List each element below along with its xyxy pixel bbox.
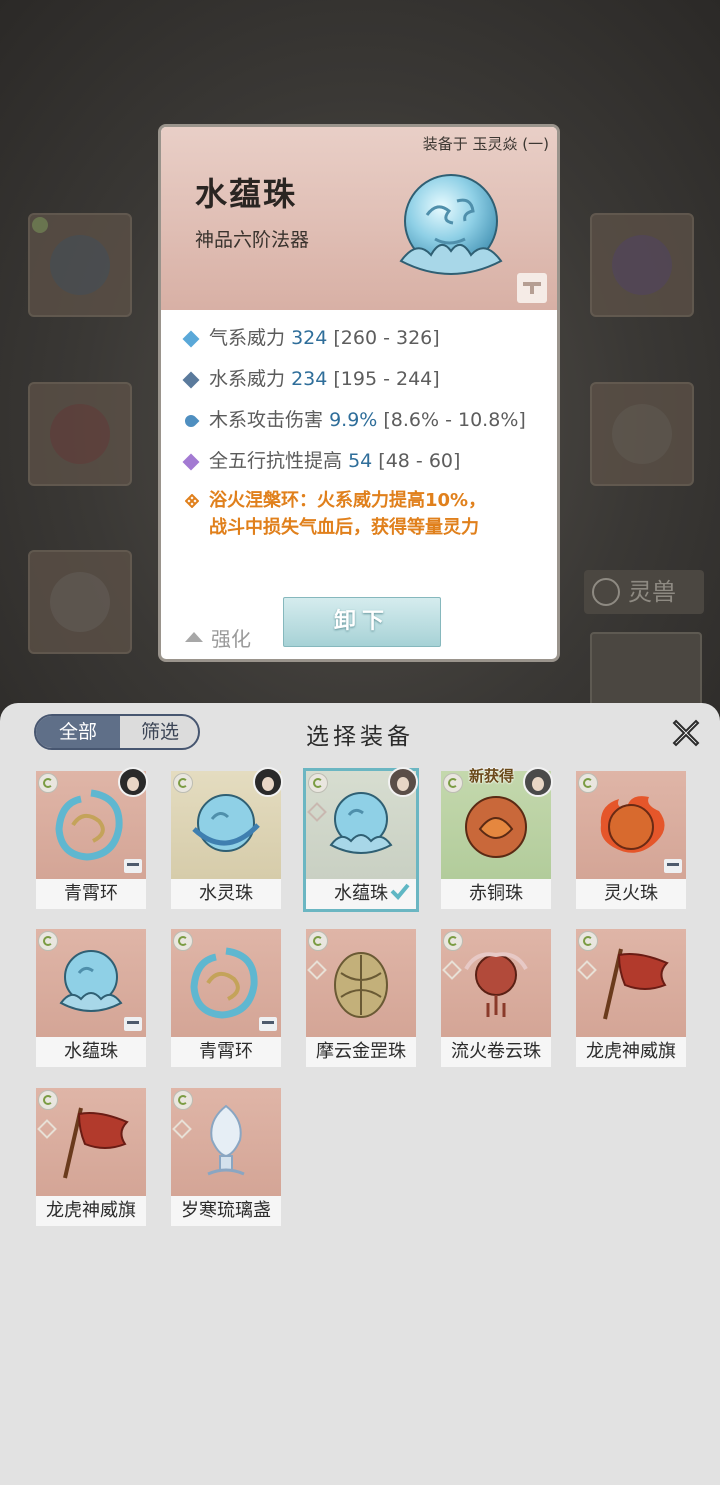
item-name: 龙虎神威旗 [576, 1037, 686, 1067]
slot-item-image [612, 404, 672, 464]
element-icon [173, 773, 193, 793]
element-icon [443, 931, 463, 951]
battle-flag-image [603, 948, 669, 1020]
new-item-badge: 新获得 [469, 767, 515, 785]
item-name: 摩云金罡珠 [306, 1037, 416, 1067]
spirit-beast-tab[interactable]: 灵兽 [584, 570, 704, 614]
golden-orb-image [334, 952, 388, 1018]
item-name: 水灵珠 [171, 879, 281, 909]
item-tile[interactable]: 灵火珠 [576, 771, 686, 909]
item-name: 赤铜珠 [441, 879, 551, 909]
element-icon [578, 773, 598, 793]
owner-avatar [388, 767, 418, 797]
item-detail-header: 装备于 玉灵焱 (一) 水蕴珠 神品六阶法器 [161, 127, 557, 310]
equip-slot-helmet[interactable] [28, 382, 132, 486]
special-effect: 浴火涅槃环：火系威力提高10%， 战斗中损失气血后，获得等量灵力 [181, 487, 551, 541]
wood-flame-icon [182, 412, 200, 429]
item-name: 青霄环 [36, 879, 146, 909]
lock-icon [124, 1017, 142, 1031]
lock-icon [664, 859, 682, 873]
item-tile[interactable]: 青霄环 [171, 929, 281, 1067]
element-icon [38, 931, 58, 951]
item-name: 青霄环 [171, 1037, 281, 1067]
item-detail-card: 装备于 玉灵焱 (一) 水蕴珠 神品六阶法器 气系威力 324 [260 - 3… [158, 124, 560, 662]
water-spirit-orb-image [192, 794, 260, 852]
item-grade: 神品六阶法器 [195, 229, 310, 251]
element-icon [173, 1090, 193, 1110]
item-tile[interactable]: 龙虎神威旗 [576, 929, 686, 1067]
stat-row: 水系威力 234 [195 - 244] [181, 364, 551, 405]
item-tile[interactable]: 新获得 赤铜珠 [441, 767, 553, 909]
cloud-orb-image [464, 952, 528, 1017]
item-tile[interactable]: 水蕴珠 [36, 929, 146, 1067]
element-icon [32, 217, 48, 233]
air-element-icon [182, 330, 200, 347]
slot-item-image [612, 235, 672, 295]
fire-orb-image [600, 796, 665, 853]
close-icon[interactable] [670, 717, 702, 749]
slot-item-image [50, 404, 110, 464]
water-element-icon [182, 371, 200, 388]
item-stats: 气系威力 324 [260 - 326] 水系威力 234 [195 - 244… [181, 323, 551, 487]
item-name: 水蕴珠 [195, 175, 298, 213]
resist-diamond-icon [182, 453, 200, 470]
enhance-button[interactable]: 强化 [185, 623, 251, 652]
lock-icon [259, 1017, 277, 1031]
element-icon [38, 773, 58, 793]
element-icon [578, 931, 598, 951]
water-orb-image [59, 950, 123, 1012]
element-icon [38, 1090, 58, 1110]
item-tile[interactable]: 水灵珠 [171, 767, 283, 909]
ring-artifact-image [190, 947, 258, 1019]
item-tile[interactable]: 青霄环 [36, 767, 148, 909]
owner-avatar [118, 767, 148, 797]
lock-icon [124, 859, 142, 873]
stat-row: 气系威力 324 [260 - 326] [181, 323, 551, 364]
spirit-beast-card[interactable] [590, 632, 702, 712]
lock-chest-icon[interactable] [517, 273, 547, 303]
equip-slot-orb[interactable] [28, 213, 132, 317]
special-effect-icon [185, 494, 199, 508]
paw-icon [592, 578, 620, 606]
upgrade-arrow-icon [185, 631, 203, 642]
stat-row: 全五行抗性提高 54 [48 - 60] [181, 446, 551, 487]
bronze-orb-image [465, 796, 527, 858]
water-orb-image [399, 174, 503, 275]
slot-item-image [50, 572, 110, 632]
equip-slot-pendant[interactable] [590, 213, 694, 317]
equip-slot-boots[interactable] [28, 550, 132, 654]
panel-title: 选择装备 [306, 724, 414, 750]
item-name: 灵火珠 [576, 879, 686, 909]
equip-slot-armor[interactable] [590, 382, 694, 486]
item-name: 水蕴珠 [36, 1037, 146, 1067]
slot-item-image [50, 235, 110, 295]
element-icon [443, 773, 463, 793]
water-orb-image [329, 792, 393, 854]
item-tile[interactable]: 龙虎神威旗 [36, 1088, 146, 1226]
special-effect-line2: 战斗中损失气血后，获得等量灵力 [209, 517, 479, 538]
ice-lamp-image [207, 1104, 245, 1176]
owner-avatar [253, 767, 283, 797]
element-icon [173, 931, 193, 951]
item-tile[interactable]: 流火卷云珠 [441, 929, 551, 1067]
ring-artifact-image [55, 789, 123, 861]
item-name: 岁寒琉璃盏 [171, 1196, 281, 1226]
item-name: 龙虎神威旗 [36, 1196, 146, 1226]
item-tile-selected[interactable]: 水蕴珠 [303, 767, 419, 912]
check-icon [390, 883, 410, 900]
owner-avatar [523, 767, 553, 797]
item-name: 流火卷云珠 [441, 1037, 551, 1067]
stat-row: 木系攻击伤害 9.9% [8.6% - 10.8%] [181, 405, 551, 446]
battle-flag-image [63, 1107, 129, 1179]
element-icon [308, 931, 328, 951]
item-tile[interactable]: 摩云金罡珠 [306, 929, 416, 1067]
item-tile[interactable]: 岁寒琉璃盏 [171, 1088, 281, 1226]
equipment-select-panel: 全部 筛选 选择装备 青霄环 水灵珠 水蕴珠 新获得 赤铜珠 灵火珠 水蕴珠 青… [0, 703, 720, 1485]
equipped-on-label: 装备于 玉灵焱 (一) [422, 135, 549, 153]
unequip-button[interactable]: 卸下 [283, 597, 441, 647]
element-icon [308, 773, 328, 793]
